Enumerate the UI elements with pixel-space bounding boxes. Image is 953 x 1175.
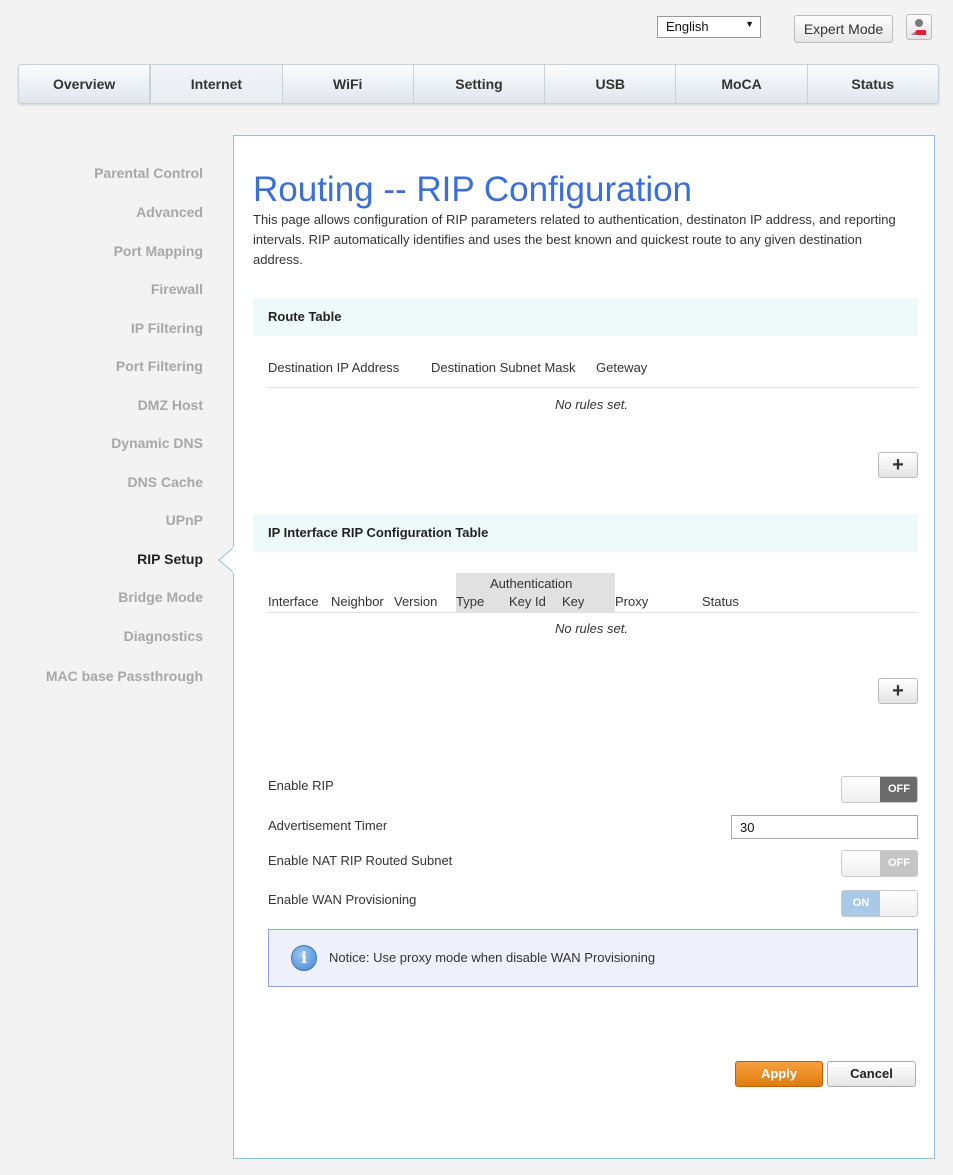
tab-internet[interactable]: Internet <box>150 65 283 103</box>
language-select-value: English <box>666 19 709 34</box>
enable-nat-toggle[interactable]: OFF <box>841 850 918 877</box>
col-destination-ip: Destination IP Address <box>268 360 400 375</box>
toggle-state: OFF <box>880 777 917 802</box>
dropdown-arrow-icon: ▼ <box>745 19 754 29</box>
info-icon: i <box>291 945 317 971</box>
col-neighbor: Neighbor <box>331 594 384 609</box>
tab-status[interactable]: Status <box>808 65 938 103</box>
page-description: This page allows configuration of RIP pa… <box>253 212 896 267</box>
sidebar-item-advanced[interactable]: Advanced <box>136 204 203 220</box>
add-route-button[interactable]: + <box>878 452 918 478</box>
page-title: Routing -- RIP Configuration <box>253 170 693 209</box>
toggle-knob <box>842 851 880 876</box>
toggle-knob <box>842 777 880 802</box>
toggle-state: ON <box>842 891 880 916</box>
enable-rip-toggle[interactable]: OFF <box>841 776 918 803</box>
sidebar-item-dmz-host[interactable]: DMZ Host <box>138 397 203 413</box>
route-table-empty: No rules set. <box>555 397 628 412</box>
toggle-state: OFF <box>880 851 917 876</box>
apply-button[interactable]: Apply <box>735 1061 823 1087</box>
enable-wan-toggle[interactable]: ON <box>841 890 918 917</box>
col-type: Type <box>456 594 485 609</box>
content-panel <box>233 135 935 1159</box>
sidebar-item-port-mapping[interactable]: Port Mapping <box>114 243 203 259</box>
main-nav: Overview Internet WiFi Setting USB MoCA … <box>18 64 939 104</box>
advertisement-timer-label: Advertisement Timer <box>268 818 388 833</box>
tab-moca[interactable]: MoCA <box>676 65 808 103</box>
expert-mode-button[interactable]: Expert Mode <box>794 15 893 43</box>
active-indicator-arrow <box>218 547 244 573</box>
tab-setting[interactable]: Setting <box>414 65 546 103</box>
cancel-button[interactable]: Cancel <box>827 1061 916 1087</box>
tab-overview[interactable]: Overview <box>19 65 151 103</box>
col-key-id: Key Id <box>509 594 546 609</box>
sidebar-item-port-filtering[interactable]: Port Filtering <box>116 358 203 374</box>
col-key: Key <box>562 594 585 609</box>
col-destination-subnet: Destination Subnet Mask <box>431 360 576 375</box>
col-gateway: Geteway <box>596 360 648 375</box>
sidebar-item-firewall[interactable]: Firewall <box>151 281 203 297</box>
tab-wifi[interactable]: WiFi <box>283 65 414 103</box>
divider <box>268 387 918 388</box>
user-icon <box>911 19 927 35</box>
add-rip-interface-button[interactable]: + <box>878 678 918 704</box>
col-status: Status <box>702 594 739 609</box>
sidebar-item-parental-control[interactable]: Parental Control <box>94 165 203 181</box>
route-table-header: Route Table <box>253 298 918 336</box>
sidebar-item-mac-passthrough[interactable]: MAC base Passthrough <box>46 668 203 684</box>
sidebar-item-ip-filtering[interactable]: IP Filtering <box>131 320 203 336</box>
rip-table-header: IP Interface RIP Configuration Table <box>253 514 918 552</box>
enable-rip-label: Enable RIP <box>268 778 334 793</box>
language-select[interactable]: English ▼ <box>657 16 761 38</box>
notice-text: Notice: Use proxy mode when disable WAN … <box>329 950 656 965</box>
user-account-button[interactable] <box>906 14 932 40</box>
col-proxy: Proxy <box>615 594 649 609</box>
sidebar-item-dynamic-dns[interactable]: Dynamic DNS <box>111 435 203 451</box>
rip-table-empty: No rules set. <box>555 621 628 636</box>
divider <box>268 612 918 613</box>
col-authentication: Authentication <box>490 576 573 591</box>
col-version: Version <box>394 594 438 609</box>
advertisement-timer-input[interactable]: 30 <box>731 815 918 839</box>
sidebar-item-dns-cache[interactable]: DNS Cache <box>128 474 203 490</box>
sidebar-item-upnp[interactable]: UPnP <box>166 512 203 528</box>
tab-usb[interactable]: USB <box>545 65 677 103</box>
col-interface: Interface <box>268 594 319 609</box>
sidebar-item-rip-setup[interactable]: RIP Setup <box>137 551 203 567</box>
toggle-knob <box>880 891 917 916</box>
sidebar-item-bridge-mode[interactable]: Bridge Mode <box>118 589 203 605</box>
notice-box: i Notice: Use proxy mode when disable WA… <box>268 929 918 987</box>
enable-nat-label: Enable NAT RIP Routed Subnet <box>268 853 453 868</box>
enable-wan-label: Enable WAN Provisioning <box>268 892 417 907</box>
sidebar-item-diagnostics[interactable]: Diagnostics <box>124 628 203 644</box>
